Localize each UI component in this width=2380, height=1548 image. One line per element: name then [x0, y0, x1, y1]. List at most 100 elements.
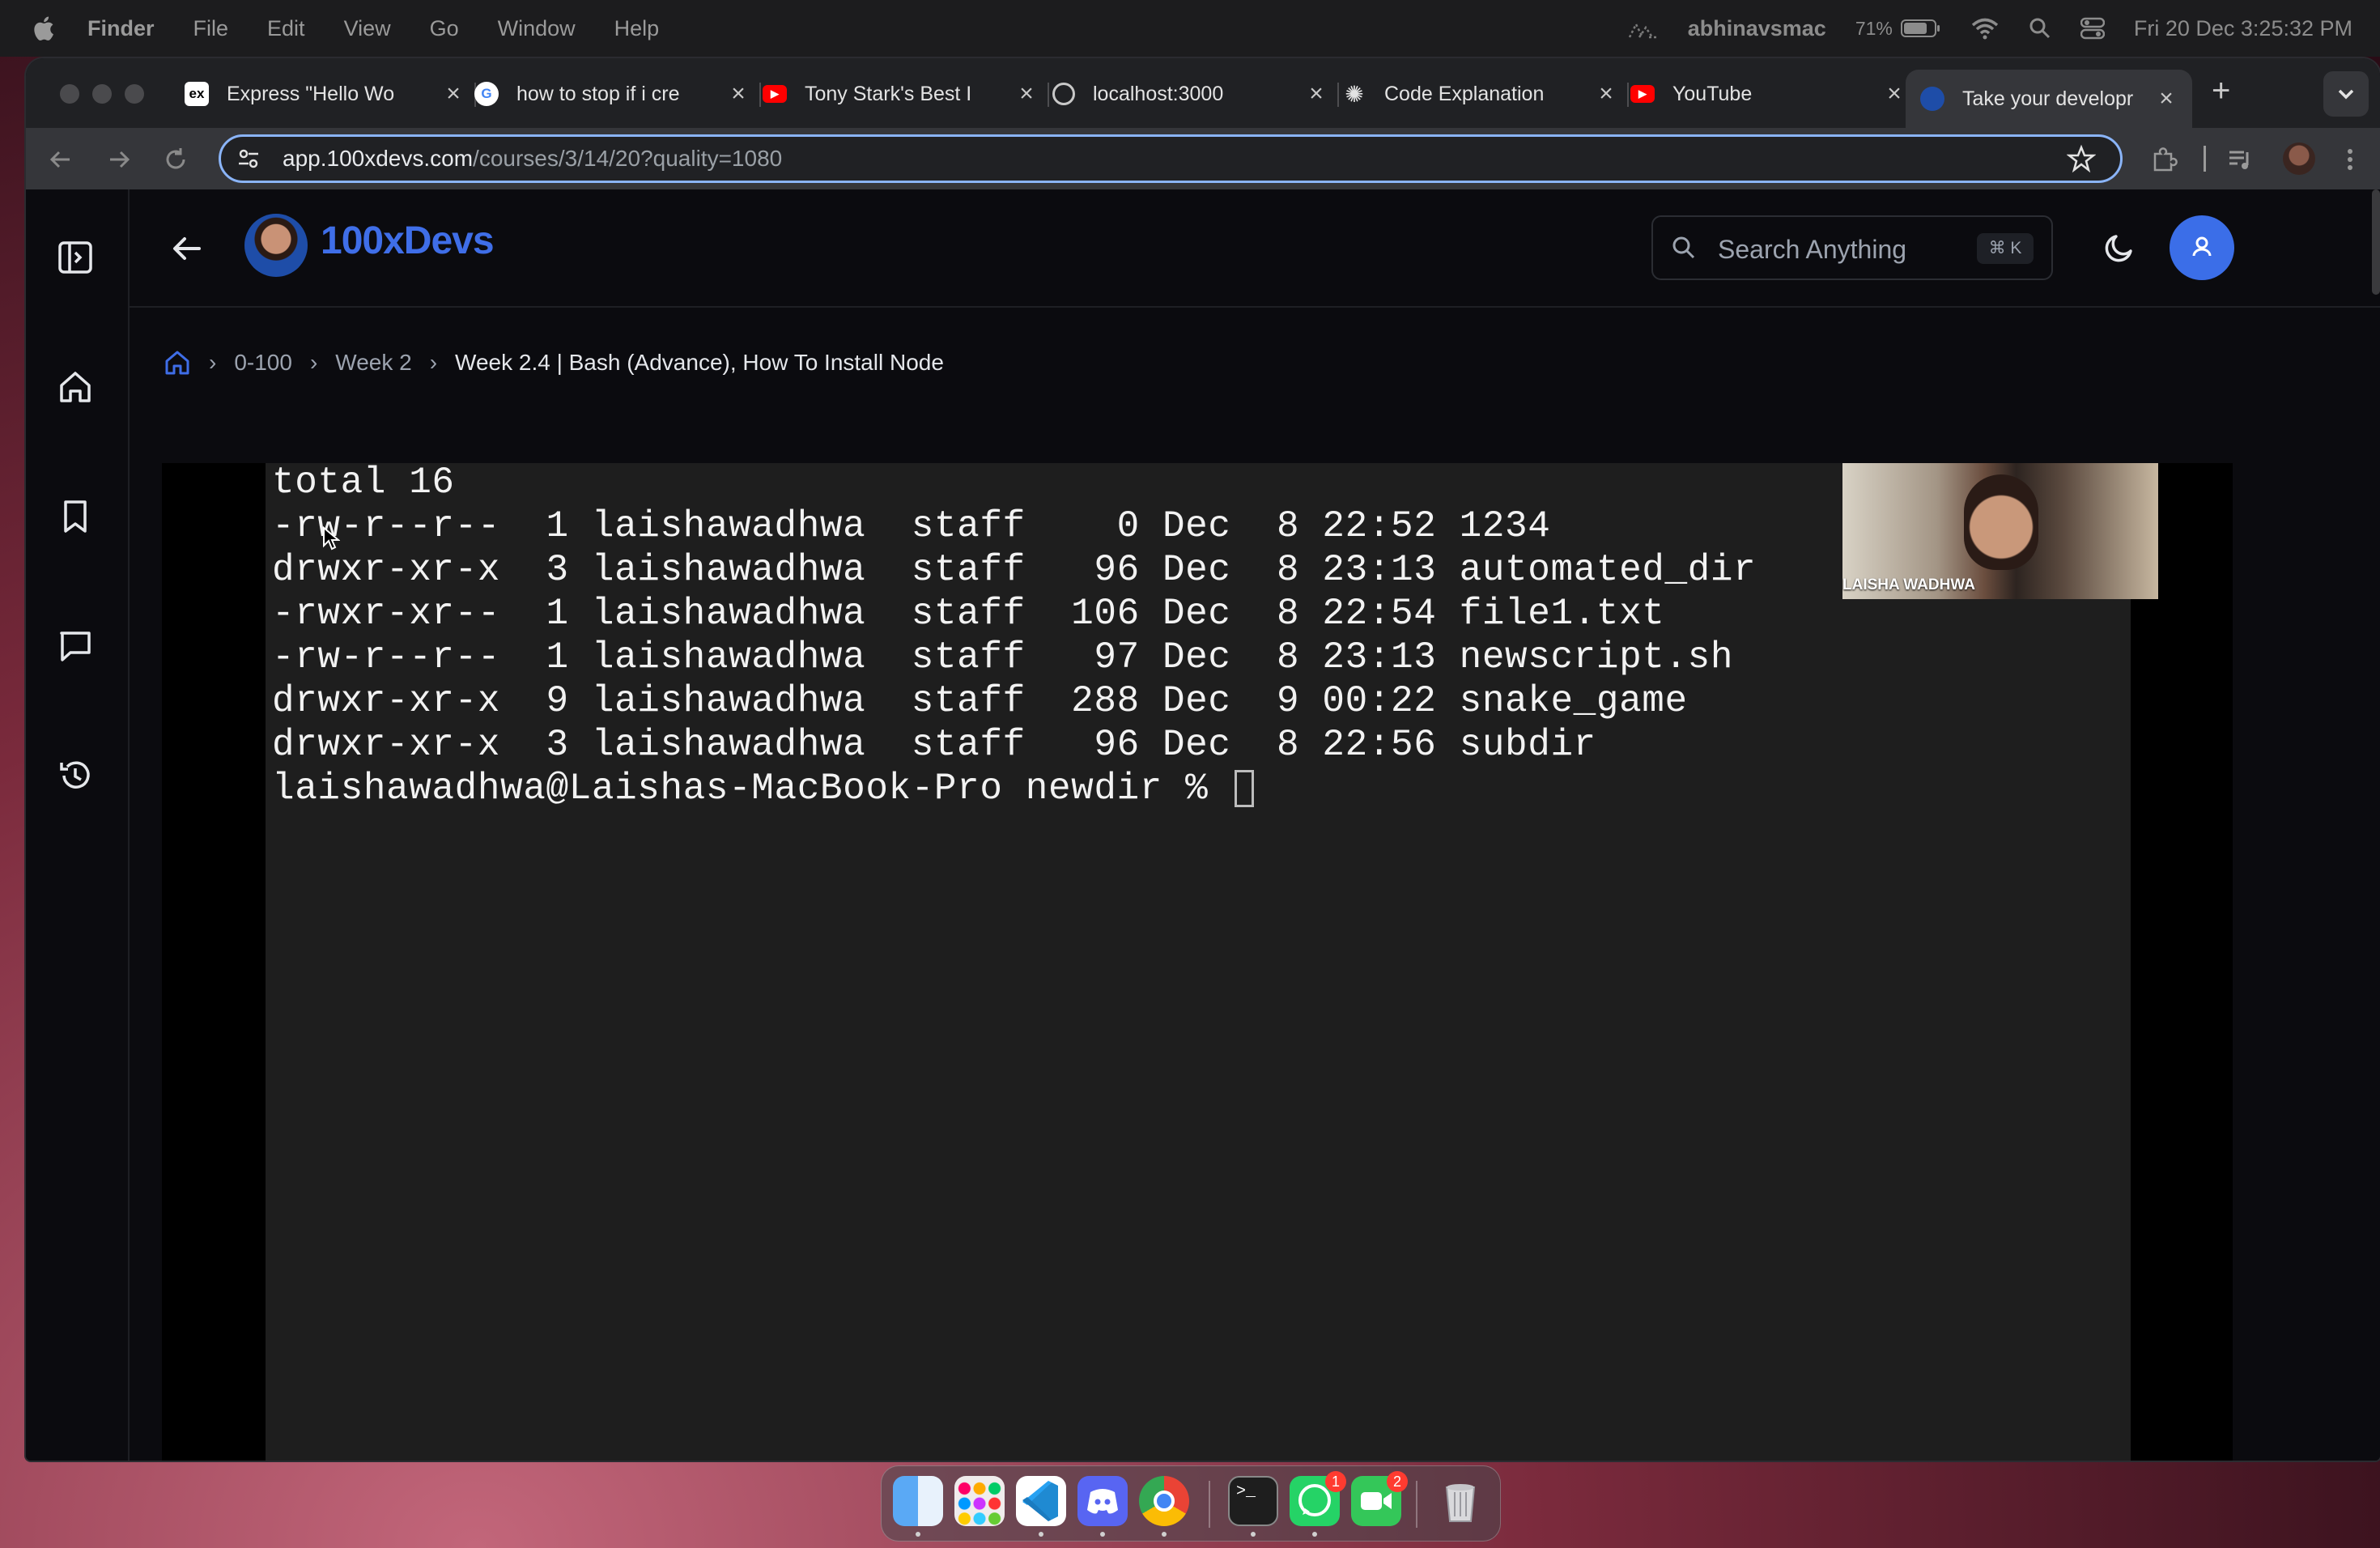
running-indicator — [1039, 1532, 1043, 1537]
terminal-line: -rwxr-xr-- 1 laishawadhwa staff 106 Dec … — [272, 593, 1665, 635]
launchpad-icon[interactable] — [954, 1476, 1005, 1526]
window-zoom-button[interactable] — [125, 84, 144, 104]
bookmark-icon[interactable] — [57, 499, 93, 534]
finder-icon[interactable] — [893, 1476, 943, 1526]
brand-avatar[interactable] — [244, 214, 308, 277]
running-indicator — [916, 1532, 920, 1537]
menu-app-name[interactable]: Finder — [87, 16, 155, 41]
battery-icon[interactable] — [1900, 19, 1941, 38]
reload-icon[interactable] — [162, 146, 189, 173]
menu-file[interactable]: File — [193, 16, 229, 41]
new-tab-icon[interactable]: + — [2212, 73, 2230, 109]
tab-code-explanation[interactable]: ✺ Code Explanation × — [1342, 70, 1617, 118]
tab-100xdevs-active[interactable]: Take your developr × — [1906, 70, 2192, 128]
discord-icon[interactable] — [1077, 1476, 1128, 1526]
control-center-icon[interactable] — [2080, 17, 2105, 40]
menu-view[interactable]: View — [344, 16, 391, 41]
user-profile-button[interactable] — [2170, 215, 2234, 280]
forward-arrow-icon[interactable] — [105, 146, 133, 173]
mouse-pointer-icon — [323, 526, 340, 551]
breadcrumb-item-week[interactable]: Week 2 — [335, 350, 411, 376]
vscode-icon[interactable] — [1016, 1476, 1066, 1526]
terminal-cursor — [1234, 769, 1254, 807]
tab-title: YouTube — [1672, 82, 1753, 105]
presenter-webcam: LAISHA WADHWA — [1842, 463, 2158, 599]
discord-logo — [1087, 1489, 1118, 1514]
tab-title: Tony Stark's Best I — [805, 82, 972, 105]
close-tab-icon[interactable]: × — [1883, 82, 1906, 106]
more-menu-icon[interactable] — [2336, 146, 2364, 173]
sidebar-toggle-icon[interactable] — [57, 240, 93, 275]
breadcrumb: › 0-100 › Week 2 › Week 2.4 | Bash (Adva… — [164, 347, 944, 379]
chevron-down-icon — [2338, 89, 2354, 100]
url-text: app.100xdevs.com/courses/3/14/20?quality… — [283, 146, 782, 172]
globe-icon — [1052, 83, 1075, 105]
dark-mode-moon-icon[interactable] — [2102, 230, 2137, 266]
terminal-line: -rw-r--r-- 1 laishawadhwa staff 97 Dec 8… — [272, 636, 1734, 678]
profile-avatar[interactable] — [2283, 142, 2315, 175]
close-tab-icon[interactable]: × — [1305, 82, 1328, 106]
user-icon — [2192, 236, 2212, 257]
dock-separator — [1416, 1481, 1417, 1528]
tab-youtube[interactable]: ▶ YouTube × — [1630, 70, 1906, 118]
wifi-icon[interactable] — [1970, 17, 2000, 40]
close-tab-icon[interactable]: × — [1595, 82, 1617, 106]
brand-logo[interactable]: 100xDevs — [321, 219, 495, 263]
chrome-center — [1154, 1491, 1175, 1512]
close-tab-icon[interactable]: × — [442, 82, 465, 106]
apple-menu-icon[interactable] — [31, 15, 55, 42]
address-bar[interactable]: app.100xdevs.com/courses/3/14/20?quality… — [219, 134, 2123, 183]
back-icon[interactable] — [170, 232, 204, 266]
home-icon[interactable] — [57, 369, 93, 405]
terminal-line: drwxr-xr-x 3 laishawadhwa staff 96 Dec 8… — [272, 724, 1596, 766]
tab-title: Express "Hello Wo — [227, 82, 395, 105]
menubar-clock[interactable]: Fri 20 Dec 3:25:32 PM — [2134, 16, 2352, 41]
spotlight-search-icon[interactable] — [2029, 17, 2051, 40]
breadcrumb-item-course[interactable]: 0-100 — [234, 350, 292, 376]
trash-logo — [1445, 1484, 1476, 1522]
terminal-icon[interactable]: >_ — [1228, 1476, 1278, 1526]
close-tab-icon[interactable]: × — [2155, 87, 2178, 111]
site-settings-icon[interactable] — [236, 146, 261, 172]
youtube-icon: ▶ — [1630, 85, 1655, 103]
history-icon[interactable] — [57, 758, 93, 793]
window-minimize-button[interactable] — [92, 84, 112, 104]
chrome-icon[interactable] — [1139, 1476, 1189, 1526]
facetime-icon[interactable]: 2 — [1351, 1471, 1408, 1526]
close-tab-icon[interactable]: × — [1015, 82, 1038, 106]
running-indicator — [1100, 1532, 1105, 1537]
bookmark-star-icon[interactable] — [2067, 144, 2096, 173]
express-icon: ex — [185, 82, 209, 106]
close-tab-icon[interactable]: × — [727, 82, 750, 106]
page-scrollbar[interactable] — [2372, 189, 2380, 295]
youtube-icon: ▶ — [763, 85, 787, 103]
whatsapp-icon[interactable]: 1 — [1290, 1471, 1346, 1526]
search-box[interactable]: Search Anything ⌘ K — [1651, 215, 2053, 280]
breadcrumb-home-icon[interactable] — [164, 349, 191, 376]
terminal-line: total 16 — [272, 461, 455, 504]
menu-window[interactable]: Window — [498, 16, 576, 41]
comments-icon[interactable] — [57, 628, 93, 664]
screen-mirroring-icon[interactable] — [1628, 18, 1659, 39]
tab-google-search[interactable]: G how to stop if i cre × — [474, 70, 750, 118]
menu-go[interactable]: Go — [430, 16, 459, 41]
battery-percent: 71% — [1855, 17, 1893, 39]
tab-localhost[interactable]: localhost:3000 × — [1052, 70, 1328, 118]
tab-express[interactable]: ex Express "Hello Wo × — [185, 70, 465, 118]
extensions-puzzle-icon[interactable] — [2150, 146, 2178, 173]
menu-help[interactable]: Help — [614, 16, 660, 41]
tab-separator — [759, 83, 761, 107]
url-path: /courses/3/14/20?quality=1080 — [473, 146, 783, 171]
back-arrow-icon[interactable] — [47, 146, 74, 173]
menubar-user[interactable]: abhinavsmac — [1688, 16, 1826, 41]
tab-separator — [1337, 83, 1339, 107]
window-close-button[interactable] — [60, 84, 79, 104]
terminal-prompt-line: laishawadhwa@Laishas-MacBook-Pro newdir … — [272, 768, 1254, 810]
tab-youtube-video[interactable]: ▶ Tony Stark's Best I × — [763, 70, 1038, 118]
video-player[interactable]: total 16 -rw-r--r-- 1 laishawadhwa staff… — [162, 461, 2233, 1461]
media-controls-icon[interactable] — [2226, 146, 2254, 173]
tab-search-button[interactable] — [2323, 71, 2369, 117]
menu-edit[interactable]: Edit — [267, 16, 305, 41]
terminal-screen: total 16 -rw-r--r-- 1 laishawadhwa staff… — [266, 461, 2131, 1461]
trash-icon[interactable] — [1435, 1476, 1485, 1526]
